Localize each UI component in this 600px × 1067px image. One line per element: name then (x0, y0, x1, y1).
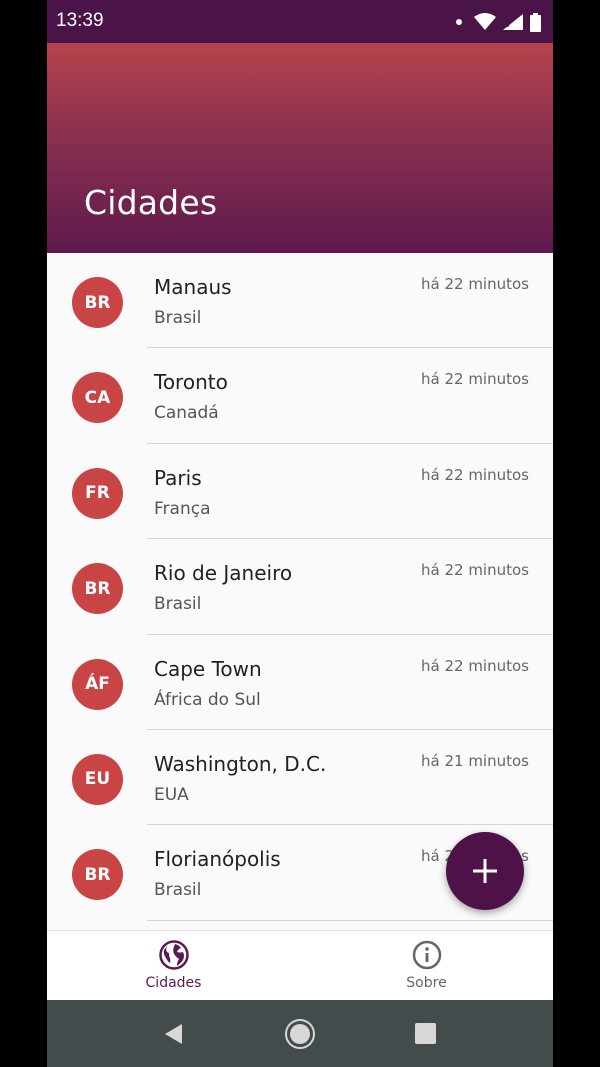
list-item[interactable]: EU Washington, D.C. EUA há 21 minutos (47, 730, 553, 826)
info-icon (412, 940, 441, 970)
back-button[interactable] (155, 1000, 191, 1067)
city-timestamp: há 21 minutos (421, 751, 529, 770)
system-navigation-bar (47, 1000, 553, 1067)
list-item[interactable]: BR Rio de Janeiro Brasil há 22 minutos (47, 539, 553, 635)
city-timestamp: há 22 minutos (421, 370, 529, 389)
city-country: França (154, 498, 211, 519)
city-country: Brasil (154, 308, 202, 328)
list-item[interactable]: ÁF Cape Town África do Sul há 22 minutos (47, 635, 553, 730)
city-name: Washington, D.C. (154, 751, 327, 776)
app-screen: 13:39 4G Cidades BR Manaus Brasil há 22 … (47, 0, 553, 1067)
country-avatar: BR (72, 277, 123, 328)
home-circle-icon (285, 1018, 315, 1049)
status-bar: 13:39 4G (47, 0, 553, 43)
notification-dot-icon (456, 19, 462, 25)
network-type-label: 4G (499, 20, 510, 29)
city-country: Canadá (154, 403, 219, 424)
status-icons: 4G (456, 11, 541, 33)
city-name: Rio de Janeiro (154, 561, 293, 586)
city-name: Paris (154, 465, 202, 490)
list-item[interactable]: CA Toronto Canadá há 22 minutos (47, 348, 553, 444)
city-name: Cape Town (154, 656, 262, 681)
nav-item-cidades[interactable]: Cidades (47, 931, 300, 1001)
bottom-navigation: Cidades Sobre (47, 930, 553, 1000)
app-header: Cidades (47, 43, 553, 253)
status-time: 13:39 (56, 10, 104, 31)
city-timestamp: há 22 minutos (421, 561, 529, 580)
country-avatar: CA (72, 372, 123, 424)
nav-label: Sobre (406, 975, 447, 991)
add-city-button[interactable] (446, 832, 524, 910)
city-name: Manaus (154, 275, 232, 299)
plus-icon (473, 859, 497, 883)
country-avatar: BR (72, 563, 123, 615)
globe-icon (158, 940, 189, 970)
nav-item-sobre[interactable]: Sobre (300, 931, 553, 1001)
recents-button[interactable] (413, 1000, 437, 1067)
divider (147, 919, 553, 921)
list-item[interactable]: FR Paris França há 22 minutos (47, 444, 553, 540)
nav-label: Cidades (145, 975, 202, 991)
city-list: BR Manaus Brasil há 22 minutos CA Toront… (47, 253, 553, 930)
page-title: Cidades (84, 183, 218, 222)
country-avatar: FR (72, 467, 123, 519)
city-country: África do Sul (154, 689, 261, 710)
city-timestamp: há 22 minutos (421, 465, 529, 484)
cell-signal-icon: 4G (499, 13, 524, 31)
city-name: Florianópolis (154, 847, 281, 872)
recents-square-icon (414, 1023, 436, 1044)
city-timestamp: há 22 minutos (421, 656, 529, 675)
city-country: EUA (154, 784, 189, 805)
city-name: Toronto (154, 370, 228, 395)
city-country: Brasil (154, 594, 202, 615)
battery-icon (530, 12, 541, 32)
back-triangle-icon (165, 1023, 182, 1044)
city-timestamp: há 22 minutos (421, 275, 529, 293)
country-avatar: ÁF (72, 658, 123, 710)
country-avatar: BR (72, 849, 123, 901)
city-country: Brasil (154, 880, 202, 901)
wifi-icon (474, 13, 496, 30)
home-button[interactable] (281, 1000, 319, 1067)
country-avatar: EU (72, 753, 123, 805)
list-item[interactable]: BR Manaus Brasil há 22 minutos (47, 253, 553, 349)
